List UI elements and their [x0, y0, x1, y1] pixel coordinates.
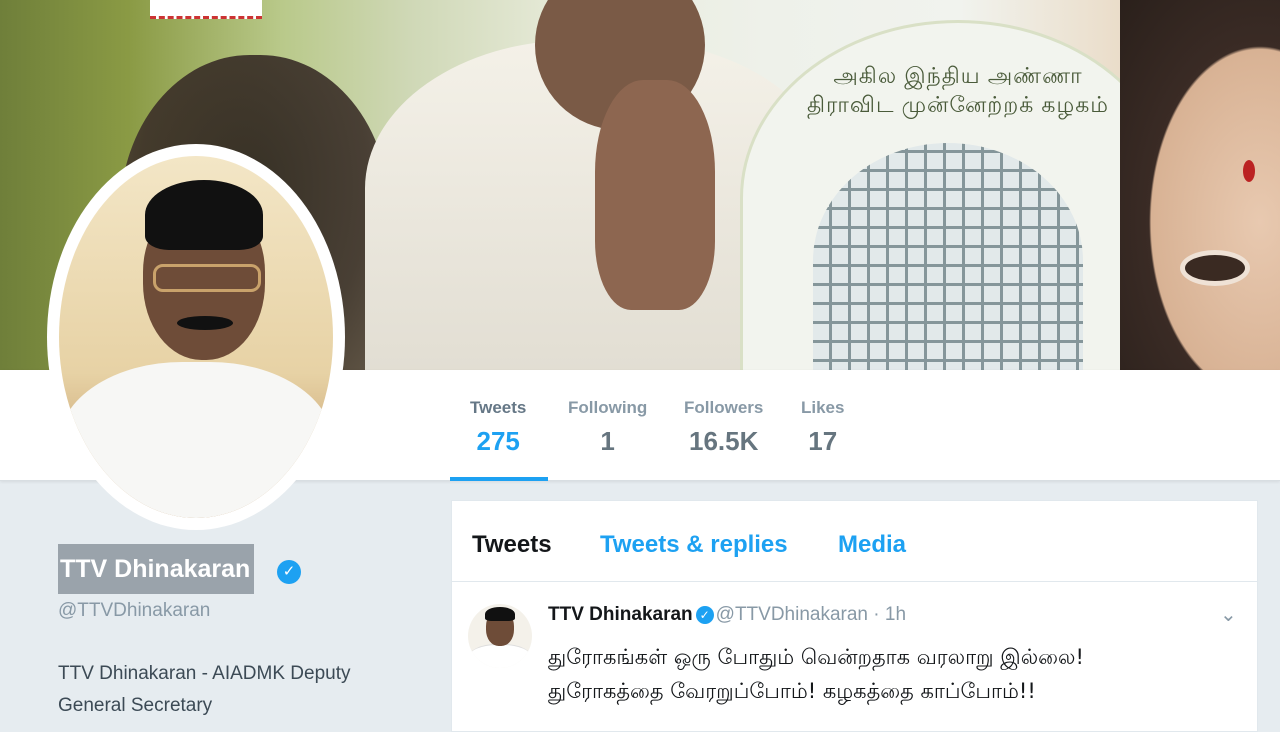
avatar-glasses — [153, 264, 261, 292]
tweet-avatar-hair — [485, 607, 515, 621]
banner-emblem-arch — [813, 143, 1083, 370]
profile-name-highlight: TTV Dhinakaran — [58, 544, 255, 594]
avatar-hair — [145, 180, 263, 250]
tweet-author-avatar[interactable] — [468, 604, 532, 668]
banner-portrait-right — [1120, 0, 1280, 370]
tweet-author-handle[interactable]: @TTVDhinakaran — [716, 604, 868, 625]
tab-tweets-and-replies[interactable]: Tweets & replies — [600, 531, 788, 559]
tab-tweets[interactable]: Tweets — [472, 531, 552, 559]
tweet-timestamp[interactable]: 1h — [885, 604, 906, 625]
stat-following[interactable]: Following 1 — [568, 398, 647, 457]
avatar-mustache — [177, 316, 233, 330]
tweet-text: துரோகங்கள் ஒரு போதும் வென்றதாக வரலாறு இல… — [548, 640, 1238, 708]
stat-likes-value: 17 — [808, 426, 838, 456]
tweet-avatar-shirt — [468, 644, 532, 668]
banner-emblem: அகில இந்திய அண்ணா திராவிட முன்னேற்றக் கழ… — [740, 20, 1176, 370]
profile-name[interactable]: TTV Dhinakaran — [60, 555, 250, 584]
stat-tweets-value: 275 — [476, 426, 520, 456]
banner-center-folded-hands — [595, 80, 715, 310]
avatar-photo — [59, 156, 333, 518]
banner-stamp — [150, 0, 262, 19]
profile-bio: TTV Dhinakaran - AIADMK Deputy General S… — [58, 658, 388, 722]
verified-badge-icon: ✓ — [277, 560, 301, 584]
timeline-tabs: Tweets Tweets & replies Media — [452, 501, 1257, 582]
banner-eye — [1180, 250, 1250, 286]
stat-likes[interactable]: Likes 17 — [801, 398, 844, 457]
profile-avatar[interactable] — [53, 150, 339, 524]
tab-media[interactable]: Media — [838, 531, 906, 559]
tweet-menu-chevron-down-icon[interactable]: ⌄ — [1220, 602, 1237, 627]
stat-tweets-label: Tweets — [470, 398, 527, 417]
tweet-text-line-1: துரோகங்கள் ஒரு போதும் வென்றதாக வரலாறு இல… — [548, 645, 1084, 669]
stat-followers[interactable]: Followers 16.5K — [684, 398, 763, 457]
profile-handle[interactable]: @TTVDhinakaran — [58, 600, 210, 622]
tweet-item[interactable]: TTV Dhinakaran ✓ @TTVDhinakaran · 1h ⌄ துர… — [452, 582, 1257, 732]
timeline-panel: Tweets Tweets & replies Media TTV Dhinak… — [451, 500, 1258, 732]
tweet-verified-badge-icon: ✓ — [695, 606, 714, 624]
banner-emblem-caption: அகில இந்திய அண்ணா திராவிட முன்னேற்றக் கழ… — [807, 63, 1109, 117]
stat-tweets[interactable]: Tweets 275 — [470, 398, 526, 457]
profile-bio-line-2: General Secretary — [58, 695, 213, 716]
banner-bindi — [1243, 160, 1255, 182]
stat-following-label: Following — [568, 398, 648, 417]
tweet-header: TTV Dhinakaran ✓ @TTVDhinakaran · 1h — [548, 604, 906, 626]
stat-likes-label: Likes — [801, 398, 845, 417]
tweet-separator: · — [873, 604, 880, 625]
stat-active-underline — [450, 477, 548, 481]
tweet-text-line-2: துரோகத்தை வேரறுப்போம்! கழகத்தை காப்போம்!… — [548, 679, 1036, 703]
stat-following-value: 1 — [600, 426, 615, 456]
profile-bio-line-1: TTV Dhinakaran - AIADMK Deputy — [58, 663, 351, 684]
avatar-shirt — [59, 362, 333, 518]
stat-followers-value: 16.5K — [688, 426, 759, 456]
stat-followers-label: Followers — [684, 398, 764, 417]
tweet-author-name[interactable]: TTV Dhinakaran — [548, 604, 693, 625]
